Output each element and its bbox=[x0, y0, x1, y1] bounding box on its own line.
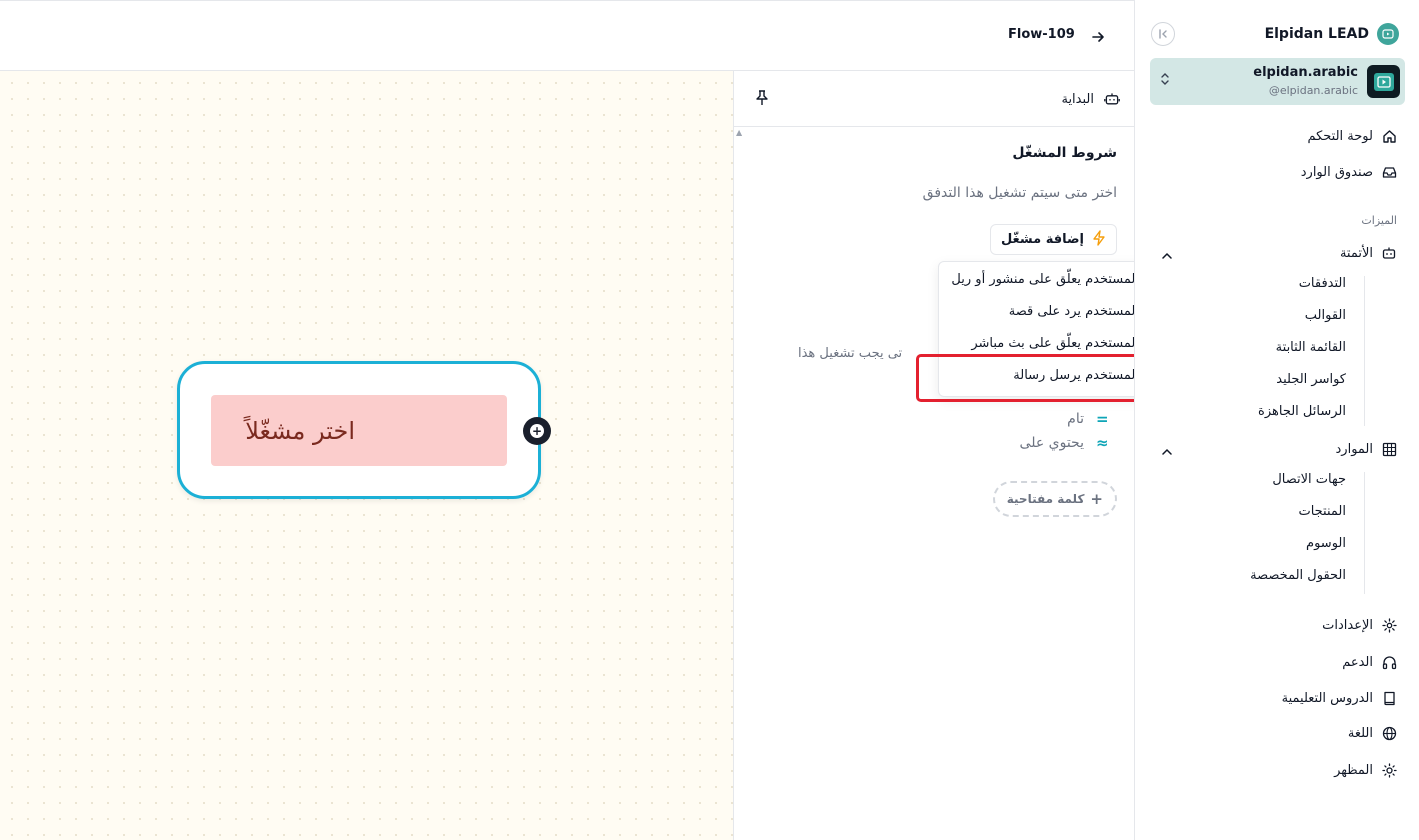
sidebar-item-label: المظهر bbox=[1334, 762, 1373, 778]
sidebar-item-support[interactable]: الدعم bbox=[1342, 652, 1397, 672]
home-icon bbox=[1381, 128, 1397, 144]
chevron-up-icon[interactable] bbox=[1161, 249, 1173, 261]
sidebar-subitem-flows[interactable]: التدفقات bbox=[1299, 276, 1346, 291]
add-trigger-label: إضافة مشغّل bbox=[1000, 232, 1084, 247]
chevron-up-icon[interactable] bbox=[1161, 445, 1173, 457]
sidebar-item-label: الدروس التعليمية bbox=[1281, 690, 1373, 706]
add-trigger-button[interactable]: إضافة مشغّل bbox=[989, 224, 1117, 255]
add-keyword-button[interactable]: + كلمة مفتاحية bbox=[992, 481, 1117, 517]
start-node[interactable]: اختر مشغّلاً + bbox=[177, 361, 551, 499]
bot-icon bbox=[1104, 91, 1120, 107]
scroll-up-icon[interactable]: ▲ bbox=[736, 128, 742, 137]
sidebar-item-label: الموارد bbox=[1335, 441, 1373, 457]
sidebar-item-dashboard[interactable]: لوحة التحكم bbox=[1307, 126, 1397, 146]
sidebar-item-settings[interactable]: الإعدادات bbox=[1322, 615, 1397, 635]
sidebar-subitem-custom-fields[interactable]: الحقول المخصصة bbox=[1250, 568, 1346, 583]
lightning-icon bbox=[1092, 229, 1106, 250]
headphones-icon bbox=[1381, 654, 1397, 670]
gear-icon bbox=[1381, 617, 1397, 633]
back-arrow-icon[interactable] bbox=[1090, 29, 1106, 45]
account-switcher[interactable]: elpidan.arabic @elpidan.arabic bbox=[1150, 58, 1405, 105]
sidebar-item-resources[interactable]: الموارد bbox=[1336, 439, 1397, 459]
submenu-line bbox=[1364, 472, 1365, 594]
plus-icon: + bbox=[1090, 490, 1103, 508]
sidebar-subitem-contacts[interactable]: جهات الاتصال bbox=[1272, 472, 1346, 487]
trigger-description: اختر متى سيتم تشغيل هذا التدفق bbox=[922, 185, 1117, 201]
node-label[interactable]: اختر مشغّلاً bbox=[211, 395, 507, 466]
sidebar: Elpidan LEAD elpidan.arabic @elpidan.ara… bbox=[1134, 0, 1419, 840]
add-keyword-label: كلمة مفتاحية bbox=[1006, 492, 1085, 506]
plus-icon: + bbox=[530, 424, 544, 438]
sidebar-item-appearance[interactable]: المظهر bbox=[1334, 760, 1397, 780]
flow-canvas[interactable]: اختر مشغّلاً + bbox=[0, 71, 733, 840]
dropdown-item-live-comment[interactable]: المستخدم يعلّق على بث مباشر bbox=[971, 336, 1139, 351]
sidebar-item-label: صندوق الوارد bbox=[1300, 164, 1373, 180]
sidebar-item-label: لوحة التحكم bbox=[1307, 128, 1373, 144]
sidebar-item-language[interactable]: اللغة bbox=[1348, 723, 1397, 743]
account-handle: @elpidan.arabic bbox=[1268, 84, 1358, 97]
sidebar-subitem-icebreakers[interactable]: كواسر الجليد bbox=[1276, 372, 1346, 387]
match-option-label: يحتوي على bbox=[1019, 435, 1084, 451]
panel-title-label: البداية bbox=[1061, 91, 1094, 107]
approx-icon: ≈ bbox=[1096, 434, 1109, 452]
panel-title: البداية bbox=[1061, 89, 1120, 109]
top-bar: Flow-109 bbox=[0, 0, 1134, 71]
grid-icon bbox=[1381, 441, 1397, 457]
dropdown-item-story-reply[interactable]: المستخدم يرد على قصة bbox=[1009, 304, 1139, 319]
match-option-label: تام bbox=[1067, 411, 1084, 427]
collapse-sidebar-icon[interactable] bbox=[1151, 22, 1175, 46]
flow-title[interactable]: Flow-109 bbox=[1008, 27, 1075, 42]
account-avatar bbox=[1367, 65, 1400, 98]
sidebar-item-label: الدعم bbox=[1342, 654, 1373, 670]
sidebar-subitem-tags[interactable]: الوسوم bbox=[1306, 536, 1346, 551]
trigger-panel: البداية ▲ شروط المشغّل اختر متى سيتم تشغ… bbox=[733, 71, 1134, 840]
match-option-exact[interactable]: = تام bbox=[1067, 409, 1108, 429]
inbox-icon bbox=[1381, 164, 1397, 180]
sun-icon bbox=[1381, 762, 1397, 778]
trigger-heading: شروط المشغّل bbox=[1012, 145, 1117, 161]
brand-logo-icon bbox=[1377, 23, 1399, 45]
sidebar-subitem-products[interactable]: المنتجات bbox=[1298, 504, 1346, 519]
match-option-contains[interactable]: ≈ يحتوي على bbox=[1019, 433, 1109, 453]
chevron-updown-icon bbox=[1160, 72, 1170, 89]
panel-header: البداية bbox=[734, 71, 1134, 127]
node-connect-handle[interactable]: + bbox=[523, 417, 551, 445]
equals-icon: = bbox=[1096, 410, 1109, 428]
brand-name: Elpidan LEAD bbox=[1264, 26, 1369, 42]
sidebar-item-tutorials[interactable]: الدروس التعليمية bbox=[1282, 688, 1397, 708]
sidebar-item-label: الأتمتة bbox=[1339, 245, 1373, 261]
sidebar-subitem-saved-replies[interactable]: الرسائل الجاهزة bbox=[1258, 404, 1346, 419]
sidebar-item-label: اللغة bbox=[1347, 725, 1373, 741]
section-label-features: الميزات bbox=[1361, 214, 1397, 227]
sidebar-subitem-templates[interactable]: القوالب bbox=[1305, 308, 1346, 323]
sidebar-subitem-fixed-menu[interactable]: القائمة الثابتة bbox=[1276, 340, 1346, 355]
dropdown-item-send-message[interactable]: المستخدم يرسل رسالة bbox=[1013, 368, 1139, 383]
sidebar-item-inbox[interactable]: صندوق الوارد bbox=[1301, 162, 1397, 182]
globe-icon bbox=[1381, 725, 1397, 741]
account-name: elpidan.arabic bbox=[1253, 65, 1358, 80]
sidebar-item-label: الإعدادات bbox=[1322, 617, 1373, 633]
submenu-line bbox=[1364, 276, 1365, 426]
book-icon bbox=[1381, 690, 1397, 706]
sidebar-item-automation[interactable]: الأتمتة bbox=[1340, 243, 1397, 263]
pin-icon[interactable] bbox=[754, 90, 770, 106]
partial-text: تى يجب تشغيل هذا bbox=[798, 346, 903, 361]
brand[interactable]: Elpidan LEAD bbox=[1265, 22, 1399, 46]
dropdown-item-post-comment[interactable]: المستخدم يعلّق على منشور أو ريل bbox=[951, 272, 1139, 287]
bot-icon bbox=[1381, 245, 1397, 261]
